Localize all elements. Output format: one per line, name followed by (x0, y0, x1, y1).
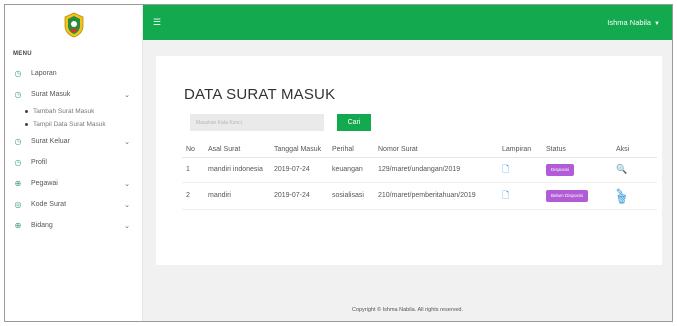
copyright-text: Copyright © Ishma Nabila. All rights res… (351, 307, 464, 313)
cell-perihal: keuangan (328, 157, 374, 183)
cell-asal-surat: mandiri indonesia (204, 157, 270, 183)
clock-icon: ◷ (14, 90, 22, 99)
chevron-down-icon: ⌄ (124, 91, 130, 99)
sidebar-item-label: Bidang (31, 222, 53, 229)
hamburger-menu-icon[interactable]: ☰ (153, 17, 161, 28)
cell-lampiran: 🗋 (498, 182, 542, 210)
bullet-icon (25, 123, 28, 126)
sidebar-item-label: Profil (31, 159, 47, 166)
cell-nomor-surat: 210/maret/pemberitahuan/2019 (374, 182, 498, 210)
trash-icon[interactable]: 🗑 (616, 195, 653, 204)
cell-asal-surat: mandiri (204, 182, 270, 210)
cell-aksi: 🔍 (612, 157, 657, 183)
caret-down-icon: ▼ (654, 21, 660, 27)
clock-icon: ◷ (14, 69, 22, 78)
chevron-down-icon: ⌄ (124, 201, 130, 209)
clock-icon: ◷ (14, 158, 22, 167)
chevron-down-icon: ⌄ (124, 138, 130, 146)
topbar: ☰ Ishma Nabila ▼ (143, 5, 672, 40)
logo-emblem (64, 12, 83, 38)
sidebar: MENU ◷ Laporan ◷ Surat Masuk ⌄ Tambah Su… (5, 5, 143, 321)
bullet-icon (25, 110, 28, 113)
search-icon[interactable]: 🔍 (616, 164, 627, 174)
sidebar-item-surat-keluar[interactable]: ◷ Surat Keluar ⌄ (5, 131, 142, 152)
sidebar-subitem-tambah-surat-masuk[interactable]: Tambah Surat Masuk (5, 105, 142, 118)
logo-area (5, 5, 142, 45)
sidebar-item-label: Surat Keluar (31, 138, 70, 145)
app-window: MENU ◷ Laporan ◷ Surat Masuk ⌄ Tambah Su… (4, 4, 673, 322)
user-name: Ishma Nabila (607, 18, 652, 27)
table-row: 1 mandiri indonesia 2019-07-24 keuangan … (182, 157, 657, 183)
globe-icon: ⊕ (14, 221, 22, 230)
col-header-lampiran: Lampiran (498, 142, 542, 158)
sidebar-item-label: Laporan (31, 70, 57, 77)
cell-lampiran: 🗋 (498, 157, 542, 183)
cell-nomor-surat: 129/maret/undangan/2019 (374, 157, 498, 183)
globe-icon: ⊕ (14, 179, 22, 188)
file-icon[interactable]: 🗋 (502, 190, 509, 200)
cell-no: 1 (182, 157, 204, 183)
sidebar-item-label: Kode Surat (31, 201, 67, 208)
search-button[interactable]: Cari (337, 114, 371, 131)
sidebar-item-label: Surat Masuk (31, 91, 71, 98)
chevron-down-icon: ⌄ (124, 222, 130, 230)
clock-icon: ◷ (14, 137, 22, 146)
sidebar-item-profil[interactable]: ◷ Profil (5, 152, 142, 173)
cell-tanggal-masuk: 2019-07-24 (270, 182, 328, 210)
sidebar-subitem-label: Tambah Surat Masuk (33, 108, 95, 115)
surat-masuk-table: No Asal Surat Tanggal Masuk Perihal Nomo… (182, 142, 657, 210)
status-badge: Disposisi (546, 164, 575, 176)
col-header-nomor-surat: Nomor Surat (374, 142, 498, 158)
sidebar-item-surat-masuk[interactable]: ◷ Surat Masuk ⌄ (5, 84, 142, 105)
sidebar-item-bidang[interactable]: ⊕ Bidang ⌄ (5, 215, 142, 236)
col-header-aksi: Aksi (612, 142, 657, 158)
col-header-perihal: Perihal (328, 142, 374, 158)
sidebar-subitem-tampil-data-surat-masuk[interactable]: Tampil Data Surat Masuk (5, 118, 142, 131)
sidebar-item-label: Pegawai (31, 180, 58, 187)
cell-tanggal-masuk: 2019-07-24 (270, 157, 328, 183)
content-card: DATA SURAT MASUK Cari No Asal Surat Tang… (156, 56, 662, 265)
page-title: DATA SURAT MASUK (184, 86, 336, 103)
table-row: 2 mandiri 2019-07-24 sosialisasi 210/mar… (182, 182, 657, 210)
sidebar-subitem-label: Tampil Data Surat Masuk (33, 121, 106, 128)
cell-perihal: sosialisasi (328, 182, 374, 210)
file-icon[interactable]: 🗋 (502, 164, 509, 174)
col-header-tanggal-masuk: Tanggal Masuk (270, 142, 328, 158)
layers-icon: ◎ (14, 200, 22, 209)
search-input[interactable] (190, 114, 324, 131)
sidebar-item-kode-surat[interactable]: ◎ Kode Surat ⌄ (5, 194, 142, 215)
sidebar-item-pegawai[interactable]: ⊕ Pegawai ⌄ (5, 173, 142, 194)
cell-no: 2 (182, 182, 204, 210)
cell-status: Disposisi (542, 157, 612, 183)
table-header-row: No Asal Surat Tanggal Masuk Perihal Nomo… (182, 142, 657, 158)
menu-title: MENU (13, 51, 32, 57)
col-header-status: Status (542, 142, 612, 158)
status-badge: Belum Disposisi (546, 190, 589, 202)
cell-aksi: ✎ 🗑 (612, 182, 657, 210)
sidebar-item-laporan[interactable]: ◷ Laporan (5, 63, 142, 84)
chevron-down-icon: ⌄ (124, 180, 130, 188)
user-menu[interactable]: Ishma Nabila ▼ (607, 18, 660, 27)
footer: Copyright © Ishma Nabila. All rights res… (143, 299, 672, 321)
col-header-no: No (182, 142, 204, 158)
col-header-asal-surat: Asal Surat (204, 142, 270, 158)
cell-status: Belum Disposisi (542, 182, 612, 210)
